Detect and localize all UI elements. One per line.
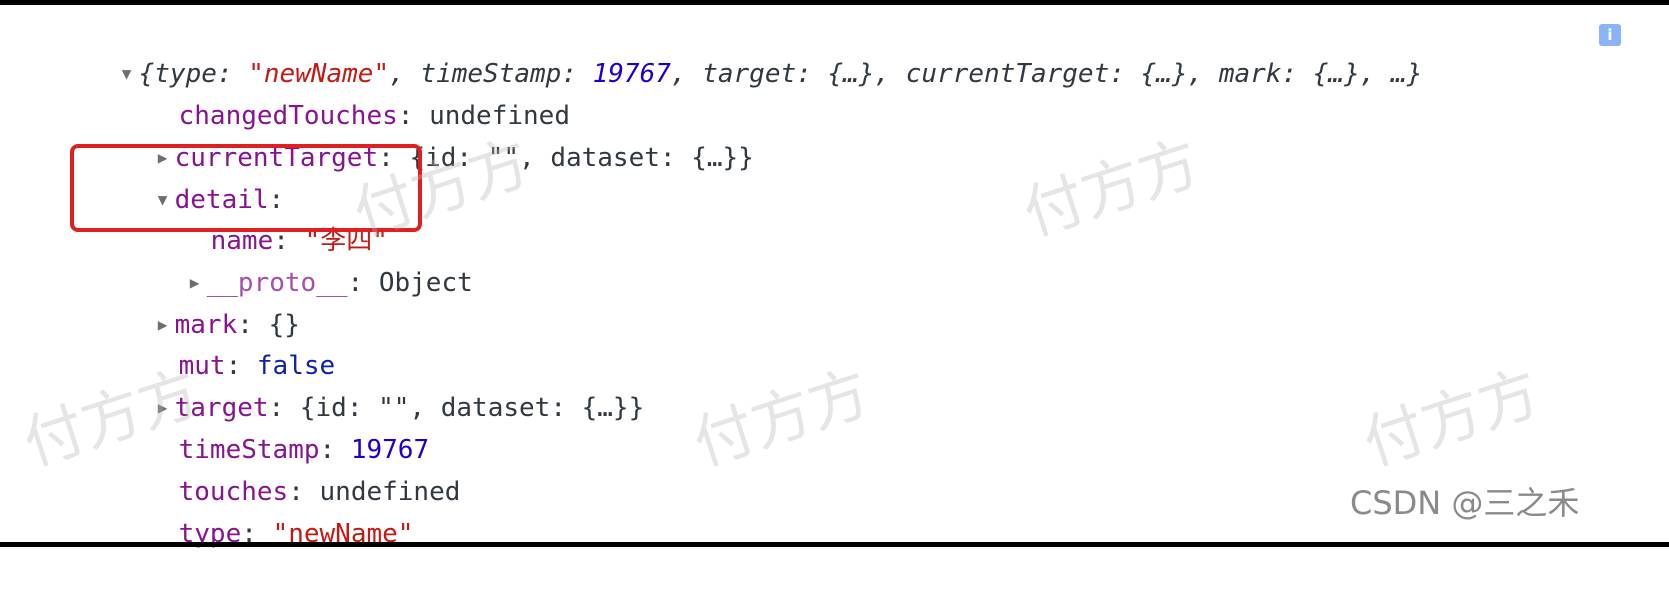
comma: , bbox=[1187, 59, 1204, 89]
property-row-current-target[interactable]: ▶ currentTarget: {id: "", dataset: {…}} bbox=[92, 98, 754, 173]
colon: : bbox=[347, 268, 364, 298]
summary-mark-key: mark bbox=[1218, 59, 1282, 89]
colon: : bbox=[1109, 59, 1125, 89]
bottom-border bbox=[0, 542, 1669, 547]
property-value: {id: "", dataset: {…}} bbox=[409, 143, 754, 173]
property-row-target[interactable]: ▶ target: {id: "", dataset: {…}} bbox=[92, 348, 644, 423]
comma: , bbox=[670, 59, 687, 89]
summary-mark-value: {…} bbox=[1312, 59, 1360, 89]
property-value: Object bbox=[378, 268, 473, 298]
credit-text: CSDN @三之禾 bbox=[1350, 484, 1580, 522]
info-icon[interactable]: i bbox=[1599, 24, 1621, 46]
colon: : bbox=[796, 59, 812, 89]
property-row-timestamp: timeStamp: 19767 bbox=[116, 390, 429, 465]
summary-ellipsis: …} bbox=[1391, 59, 1423, 89]
property-row-touches: touches: undefined bbox=[116, 432, 461, 507]
colon: : bbox=[1281, 59, 1298, 89]
property-row-type: type: "newName" bbox=[116, 474, 414, 549]
property-row-mark[interactable]: ▶ mark: {} bbox=[92, 265, 300, 340]
object-summary-row[interactable]: ▼ {type: "newName", timeStamp: 19767, tar… bbox=[56, 14, 1423, 89]
console-object-inspector: ▼ {type: "newName", timeStamp: 19767, tar… bbox=[0, 0, 1669, 549]
summary-target-value: {…} bbox=[827, 59, 875, 89]
summary-timestamp-value: 19767 bbox=[592, 59, 671, 89]
summary-current-target-key: currentTarget bbox=[905, 59, 1110, 89]
comma: , bbox=[874, 59, 891, 89]
summary-target-key: target bbox=[702, 59, 797, 89]
property-row-mut: mut: false bbox=[116, 306, 336, 381]
property-row-changed-touches: changedTouches: undefined bbox=[116, 56, 570, 131]
summary-current-target-value: {…} bbox=[1140, 59, 1188, 89]
annotation-highlight-box bbox=[70, 144, 422, 232]
comma: , bbox=[1359, 59, 1376, 89]
